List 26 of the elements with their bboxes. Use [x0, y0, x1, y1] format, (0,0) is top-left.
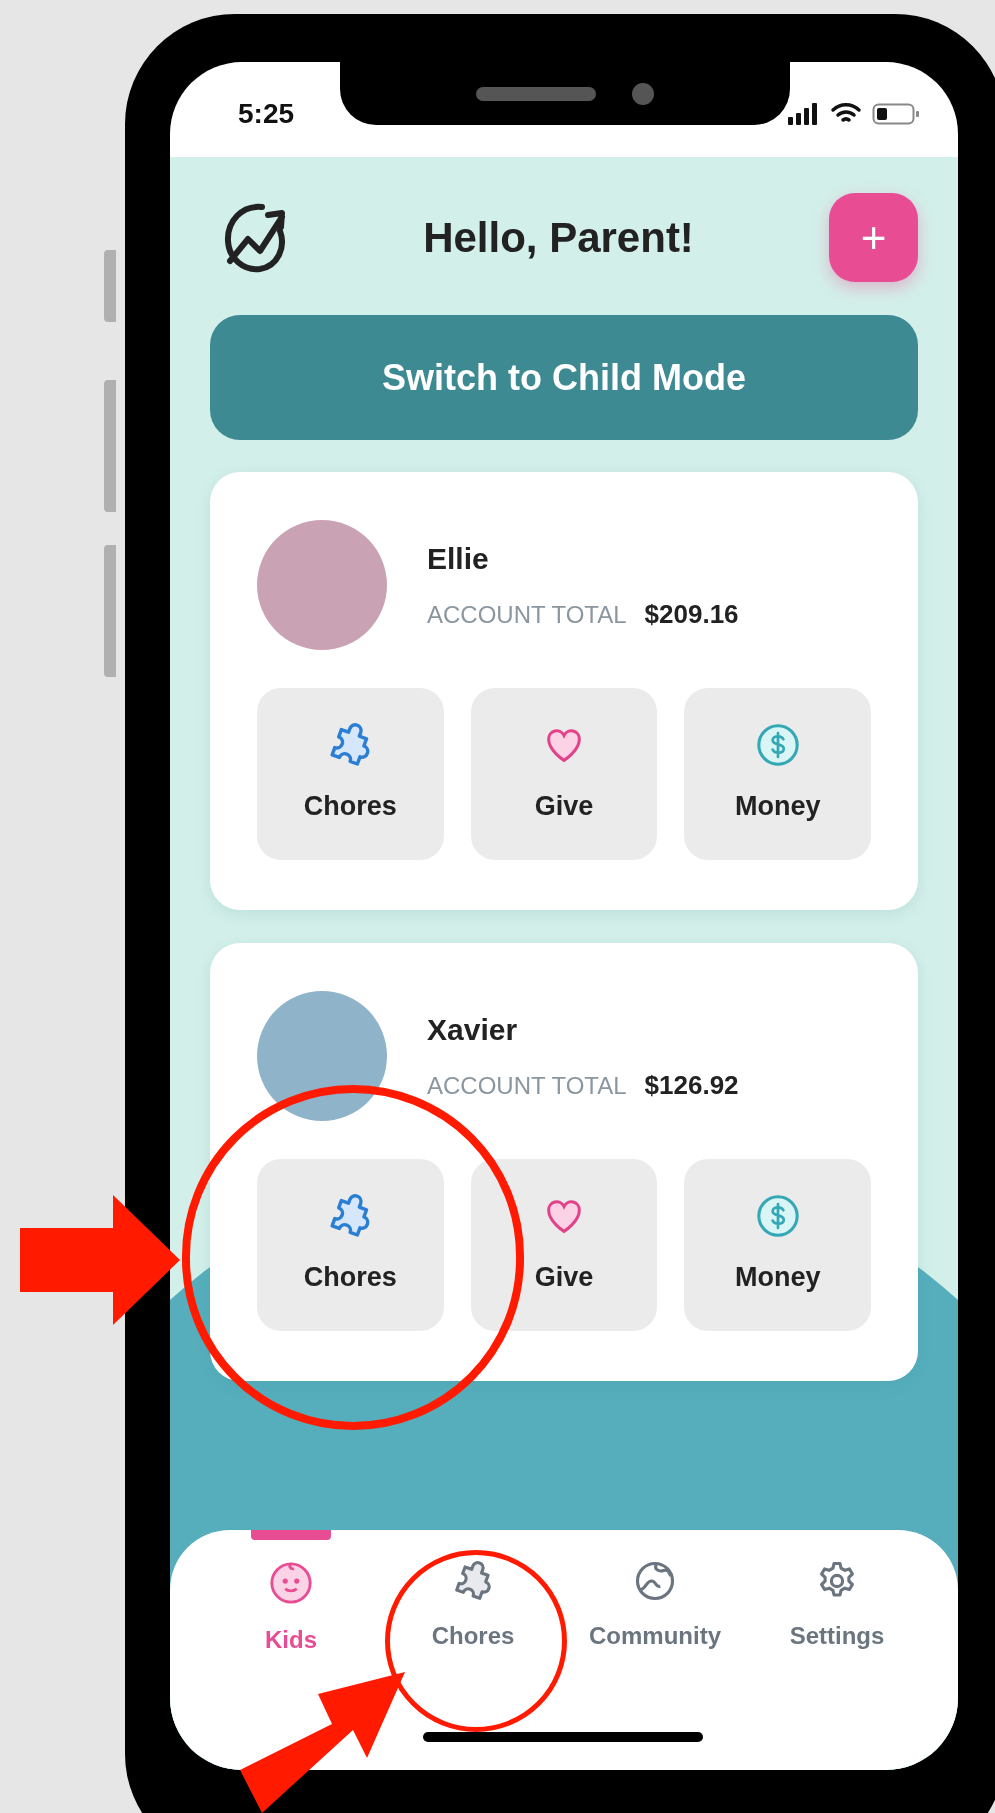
baby-face-icon [268, 1560, 314, 1606]
battery-icon [872, 101, 920, 126]
kid-name: Xavier [427, 1012, 519, 1048]
signal-icon [788, 102, 820, 125]
action-tile[interactable]: Chores [257, 688, 444, 860]
account-total-label: ACCOUNT TOTAL [427, 600, 627, 630]
account-total-label: ACCOUNT TOTAL [427, 1071, 627, 1101]
add-button[interactable]: + [829, 193, 918, 282]
account-total-value: $209.16 [644, 598, 739, 631]
account-total-value: $126.92 [644, 1069, 739, 1102]
tab-item[interactable]: Community [589, 1560, 721, 1654]
action-tile[interactable]: Money [684, 688, 871, 860]
page-title: Hello, Parent! [423, 213, 694, 263]
dollar-coin-icon [754, 721, 801, 768]
action-tile[interactable]: Money [684, 1159, 871, 1331]
globe-icon [634, 1560, 676, 1602]
action-tile[interactable]: Give [470, 688, 658, 860]
tab-item[interactable]: Kids [265, 1560, 317, 1658]
kid-name: Ellie [427, 541, 490, 577]
action-tile[interactable]: Chores [257, 1159, 444, 1331]
tab-item[interactable]: Chores [431, 1560, 515, 1654]
switch-mode-button[interactable]: Switch to Child Mode [210, 315, 918, 440]
action-tile[interactable]: Give [470, 1159, 658, 1331]
dollar-coin-icon [754, 1192, 801, 1239]
status-time: 5:25 [238, 96, 295, 131]
tab-item[interactable]: Settings [789, 1560, 885, 1654]
